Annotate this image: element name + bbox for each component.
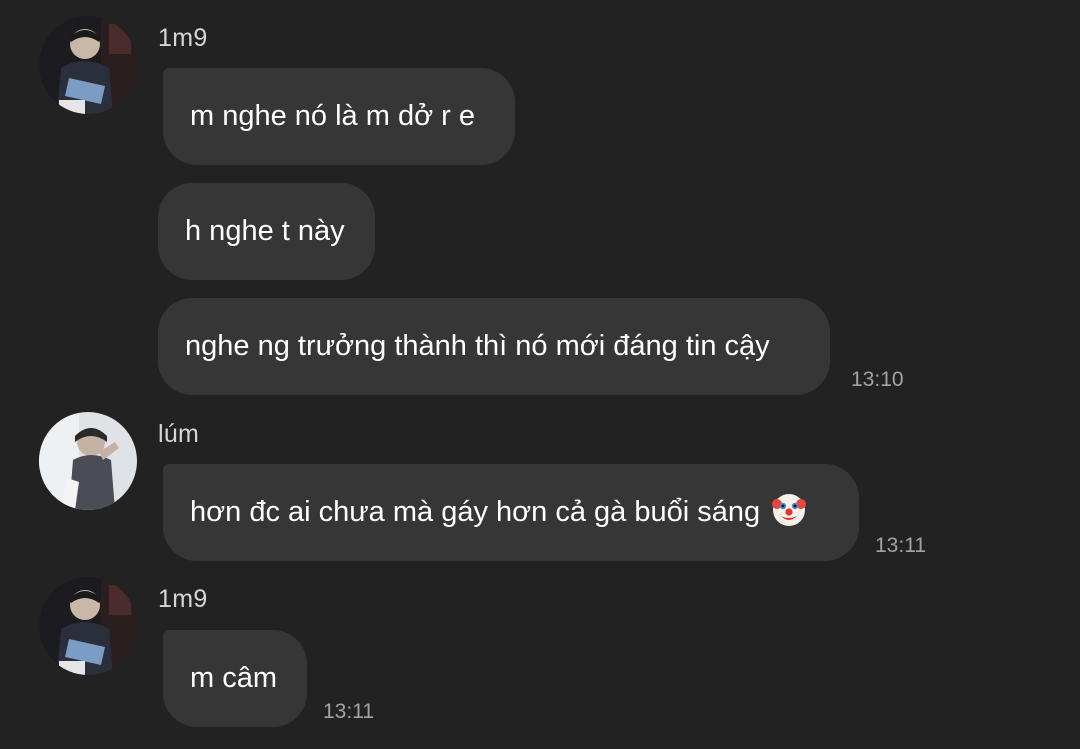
message-bubble[interactable]: h nghe t này	[158, 183, 375, 280]
message-text: m nghe nó là m dở r e	[190, 100, 475, 132]
message-text: nghe ng trưởng thành thì nó mới đáng tin…	[185, 330, 770, 362]
message-timestamp: 13:11	[875, 534, 926, 557]
avatar-1m9[interactable]	[39, 16, 137, 114]
message-text: hơn đc ai chưa mà gáy hơn cả gà buổi sán…	[190, 496, 761, 528]
sender-name-1m9: 1m9	[158, 585, 208, 613]
message-text: m câm	[190, 662, 277, 694]
clown-face-emoji-icon	[772, 494, 807, 526]
message-bubble[interactable]: nghe ng trưởng thành thì nó mới đáng tin…	[158, 298, 830, 395]
message-bubble[interactable]: m nghe nó là m dở r e	[163, 68, 515, 165]
message-bubble[interactable]: hơn đc ai chưa mà gáy hơn cả gà buổi sán…	[163, 464, 859, 561]
avatar-lum[interactable]	[39, 412, 137, 510]
message-timestamp: 13:11	[323, 700, 374, 723]
message-timestamp: 13:10	[851, 368, 904, 391]
avatar-lum-photo	[39, 412, 137, 510]
sender-name-1m9: 1m9	[158, 24, 208, 52]
avatar-1m9[interactable]	[39, 577, 137, 675]
avatar-1m9-photo	[39, 577, 137, 675]
sender-name-lum: lúm	[158, 420, 200, 448]
message-bubble[interactable]: m câm	[163, 630, 307, 727]
message-text: h nghe t này	[185, 215, 345, 247]
avatar-1m9-photo	[39, 16, 137, 114]
